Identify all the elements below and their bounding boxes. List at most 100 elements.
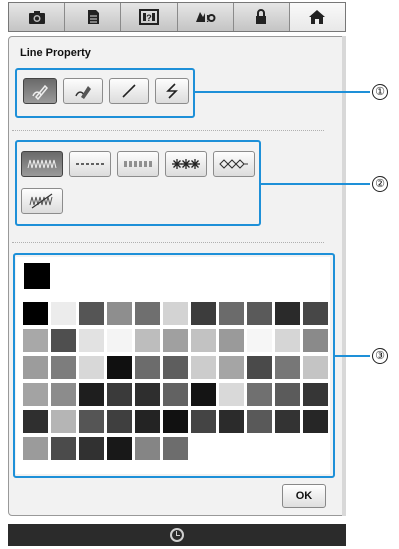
no-sew-line-button[interactable] bbox=[21, 188, 63, 214]
color-swatch[interactable] bbox=[50, 409, 77, 434]
lock-icon bbox=[256, 9, 267, 24]
straight-line-button[interactable] bbox=[109, 78, 149, 104]
color-swatch[interactable] bbox=[134, 301, 161, 326]
color-swatch[interactable] bbox=[302, 382, 329, 407]
color-swatch[interactable] bbox=[134, 409, 161, 434]
panel-title: Line Property bbox=[20, 47, 91, 59]
color-swatch[interactable] bbox=[134, 328, 161, 353]
running-stitch-button[interactable] bbox=[69, 151, 111, 177]
settings-icon: ! bbox=[196, 12, 216, 25]
color-swatch[interactable] bbox=[302, 355, 329, 380]
color-swatch[interactable] bbox=[22, 355, 49, 380]
color-swatch[interactable] bbox=[218, 409, 245, 434]
color-swatch[interactable] bbox=[22, 436, 49, 461]
color-swatch[interactable] bbox=[50, 328, 77, 353]
triple-stitch-icon bbox=[124, 161, 152, 167]
color-swatch[interactable] bbox=[302, 328, 329, 353]
zigzag-line-icon bbox=[166, 83, 178, 99]
color-swatch[interactable] bbox=[274, 382, 301, 407]
color-swatch[interactable] bbox=[218, 301, 245, 326]
running-stitch-icon bbox=[76, 163, 104, 165]
callout-line-2 bbox=[261, 183, 370, 185]
triple-stitch-button[interactable] bbox=[117, 151, 159, 177]
color-swatch[interactable] bbox=[246, 355, 273, 380]
color-swatch[interactable] bbox=[302, 301, 329, 326]
color-swatch[interactable] bbox=[106, 409, 133, 434]
document-icon bbox=[87, 10, 99, 24]
color-swatch[interactable] bbox=[274, 409, 301, 434]
color-swatch[interactable] bbox=[78, 436, 105, 461]
color-swatch[interactable] bbox=[134, 355, 161, 380]
zigzag-stitch-button[interactable] bbox=[21, 151, 63, 177]
color-swatch[interactable] bbox=[218, 355, 245, 380]
color-swatch[interactable] bbox=[134, 436, 161, 461]
color-swatch[interactable] bbox=[22, 301, 49, 326]
color-swatch[interactable] bbox=[78, 328, 105, 353]
chain-stitch-icon bbox=[219, 159, 248, 169]
candlewicking-stitch-icon bbox=[172, 159, 200, 169]
color-swatch[interactable] bbox=[106, 328, 133, 353]
color-swatch[interactable] bbox=[106, 355, 133, 380]
color-swatch[interactable] bbox=[162, 301, 189, 326]
tab-lock[interactable] bbox=[233, 3, 290, 31]
color-swatch[interactable] bbox=[22, 328, 49, 353]
color-swatch[interactable] bbox=[302, 409, 329, 434]
camera-icon bbox=[28, 11, 45, 24]
line-pen-button[interactable] bbox=[23, 78, 57, 104]
color-swatch[interactable] bbox=[78, 355, 105, 380]
callout-number-1: ① bbox=[372, 84, 388, 100]
color-swatch[interactable] bbox=[190, 409, 217, 434]
color-swatch[interactable] bbox=[106, 382, 133, 407]
color-swatch[interactable] bbox=[246, 382, 273, 407]
color-swatch[interactable] bbox=[50, 301, 77, 326]
color-swatch[interactable] bbox=[78, 382, 105, 407]
tab-camera[interactable] bbox=[9, 3, 66, 31]
tab-help[interactable]: ? bbox=[121, 3, 178, 31]
color-swatch[interactable] bbox=[22, 382, 49, 407]
color-swatch[interactable] bbox=[162, 436, 189, 461]
color-swatch[interactable] bbox=[22, 409, 49, 434]
color-swatch[interactable] bbox=[78, 409, 105, 434]
color-swatch[interactable] bbox=[218, 328, 245, 353]
callout-number-3: ③ bbox=[372, 348, 388, 364]
color-swatch[interactable] bbox=[274, 328, 301, 353]
candlewicking-stitch-button[interactable] bbox=[165, 151, 207, 177]
color-swatch[interactable] bbox=[162, 328, 189, 353]
color-swatch[interactable] bbox=[50, 436, 77, 461]
tab-home[interactable] bbox=[289, 3, 346, 31]
ok-button[interactable]: OK bbox=[282, 484, 326, 508]
clock-icon bbox=[170, 528, 184, 542]
color-swatch[interactable] bbox=[190, 355, 217, 380]
svg-text:?: ? bbox=[146, 13, 152, 23]
panel-edge bbox=[342, 36, 346, 516]
color-swatch[interactable] bbox=[134, 382, 161, 407]
tab-settings[interactable]: ! bbox=[177, 3, 234, 31]
color-swatch[interactable] bbox=[162, 409, 189, 434]
color-swatch[interactable] bbox=[218, 382, 245, 407]
color-swatch[interactable] bbox=[190, 328, 217, 353]
zigzag-line-button[interactable] bbox=[155, 78, 189, 104]
color-swatch[interactable] bbox=[190, 382, 217, 407]
color-swatch[interactable] bbox=[274, 301, 301, 326]
chain-stitch-button[interactable] bbox=[213, 151, 255, 177]
color-swatch[interactable] bbox=[50, 382, 77, 407]
color-swatch[interactable] bbox=[162, 382, 189, 407]
color-swatch[interactable] bbox=[274, 355, 301, 380]
color-swatch[interactable] bbox=[106, 301, 133, 326]
color-swatch[interactable] bbox=[50, 355, 77, 380]
current-color-swatch bbox=[24, 263, 50, 289]
callout-line-1 bbox=[195, 91, 370, 93]
home-icon bbox=[309, 10, 326, 24]
color-swatch[interactable] bbox=[190, 301, 217, 326]
line-eraser-button[interactable] bbox=[63, 78, 103, 104]
zigzag-stitch-icon bbox=[27, 159, 57, 169]
color-swatch[interactable] bbox=[106, 436, 133, 461]
tab-document[interactable] bbox=[65, 3, 122, 31]
color-swatch[interactable] bbox=[162, 355, 189, 380]
color-swatch[interactable] bbox=[78, 301, 105, 326]
color-swatch[interactable] bbox=[246, 409, 273, 434]
color-swatch[interactable] bbox=[246, 328, 273, 353]
help-icon: ? bbox=[138, 9, 159, 25]
color-swatch[interactable] bbox=[246, 301, 273, 326]
callout-number-2: ② bbox=[372, 176, 388, 192]
